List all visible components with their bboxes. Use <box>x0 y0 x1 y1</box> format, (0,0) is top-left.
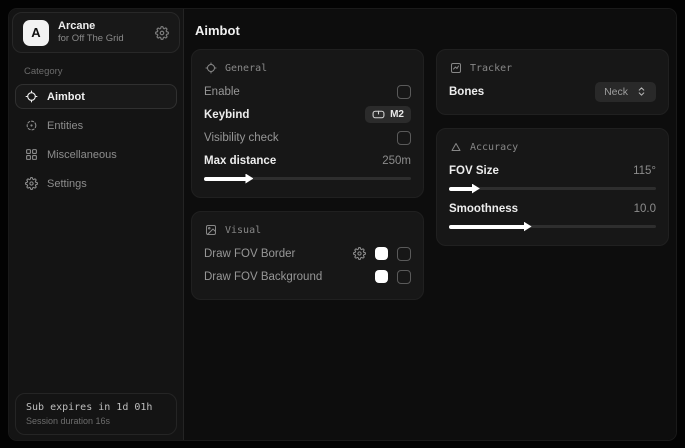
smoothness-row: Smoothness 10.0 <box>449 197 656 220</box>
enable-checkbox[interactable] <box>397 85 411 99</box>
fov-size-label: FOV Size <box>449 165 499 177</box>
slider-fill <box>449 225 526 229</box>
sidebar: A Arcane for Off The Grid Category Aimbo… <box>9 9 184 440</box>
fov-size-value: 115° <box>633 165 656 177</box>
fov-background-row: Draw FOV Background <box>204 265 411 288</box>
app-name: Arcane <box>58 20 124 33</box>
crosshair-icon <box>25 90 38 103</box>
keybind-value: M2 <box>390 109 404 120</box>
sub-expires-text: Sub expires in 1d 01h <box>26 402 166 413</box>
fov-background-color-swatch[interactable] <box>375 270 388 283</box>
bones-label: Bones <box>449 86 484 98</box>
slider-thumb[interactable] <box>472 184 480 194</box>
bones-select[interactable]: Neck <box>595 82 656 102</box>
gear-icon <box>25 177 38 190</box>
sidebar-item-entities[interactable]: Entities <box>15 113 177 138</box>
app-title-block: Arcane for Off The Grid <box>58 20 124 46</box>
gear-icon[interactable] <box>155 26 169 40</box>
visibility-check-label: Visibility check <box>204 132 279 144</box>
general-card-header: General <box>205 62 411 74</box>
accuracy-card-header: Accuracy <box>450 141 656 153</box>
sidebar-item-label: Entities <box>47 120 83 132</box>
visual-card: Visual Draw FOV Border Draw <box>191 211 424 300</box>
angle-icon <box>450 141 462 153</box>
fov-size-slider[interactable] <box>449 183 656 193</box>
general-card: General Enable Keybind M2 V <box>191 49 424 198</box>
image-icon <box>205 224 217 236</box>
card-title: Accuracy <box>470 142 518 153</box>
entities-icon <box>25 119 38 132</box>
smoothness-value: 10.0 <box>634 203 656 215</box>
smoothness-slider[interactable] <box>449 221 656 231</box>
fov-background-checkbox[interactable] <box>397 270 411 284</box>
fov-background-label: Draw FOV Background <box>204 271 322 283</box>
max-distance-value: 250m <box>382 155 411 167</box>
bones-row: Bones Neck <box>449 80 656 103</box>
smoothness-label: Smoothness <box>449 203 518 215</box>
slider-thumb[interactable] <box>524 222 532 232</box>
tracker-card-header: Tracker <box>450 62 656 74</box>
sidebar-item-label: Settings <box>47 178 87 190</box>
crosshair-icon <box>205 62 217 74</box>
session-duration-text: Session duration 16s <box>26 416 166 426</box>
max-distance-label: Max distance <box>204 155 276 167</box>
category-label: Category <box>24 66 183 77</box>
sidebar-item-label: Aimbot <box>47 91 85 103</box>
keybind-label: Keybind <box>204 109 249 121</box>
tracker-card: Tracker Bones Neck <box>436 49 669 115</box>
accuracy-card: Accuracy FOV Size 115° Smoothness <box>436 128 669 246</box>
slider-track <box>449 187 656 190</box>
card-title: Visual <box>225 225 261 236</box>
fov-border-settings-gear-icon[interactable] <box>353 247 366 260</box>
fov-border-checkbox[interactable] <box>397 247 411 261</box>
enable-label: Enable <box>204 86 240 98</box>
sidebar-item-label: Miscellaneous <box>47 149 117 161</box>
mouse-icon <box>372 110 385 119</box>
max-distance-slider[interactable] <box>204 173 411 183</box>
fov-border-row: Draw FOV Border <box>204 242 411 265</box>
sidebar-item-miscellaneous[interactable]: Miscellaneous <box>15 142 177 167</box>
chevrons-up-down-icon <box>636 86 647 97</box>
max-distance-row: Max distance 250m <box>204 149 411 172</box>
bones-selected-value: Neck <box>604 86 628 98</box>
enable-row: Enable <box>204 80 411 103</box>
slider-fill <box>204 177 247 181</box>
slider-fill <box>449 187 474 191</box>
visibility-check-row: Visibility check <box>204 126 411 149</box>
sidebar-item-aimbot[interactable]: Aimbot <box>15 84 177 109</box>
keybind-button[interactable]: M2 <box>365 106 411 123</box>
keybind-row: Keybind M2 <box>204 103 411 126</box>
main-content: Aimbot General Enable Keybind <box>184 9 676 440</box>
sidebar-header: A Arcane for Off The Grid <box>12 12 180 53</box>
app-subtitle: for Off The Grid <box>58 33 124 45</box>
app-window: A Arcane for Off The Grid Category Aimbo… <box>8 8 677 441</box>
grid-icon <box>25 148 38 161</box>
app-logo: A <box>23 20 49 46</box>
card-title: General <box>225 63 267 74</box>
visibility-check-checkbox[interactable] <box>397 131 411 145</box>
slider-thumb[interactable] <box>245 174 253 184</box>
card-title: Tracker <box>470 63 512 74</box>
sidebar-item-settings[interactable]: Settings <box>15 171 177 196</box>
subscription-info-box: Sub expires in 1d 01h Session duration 1… <box>15 393 177 435</box>
fov-border-label: Draw FOV Border <box>204 248 295 260</box>
page-title: Aimbot <box>195 23 669 38</box>
fov-border-color-swatch[interactable] <box>375 247 388 260</box>
fov-size-row: FOV Size 115° <box>449 159 656 182</box>
activity-icon <box>450 62 462 74</box>
visual-card-header: Visual <box>205 224 411 236</box>
